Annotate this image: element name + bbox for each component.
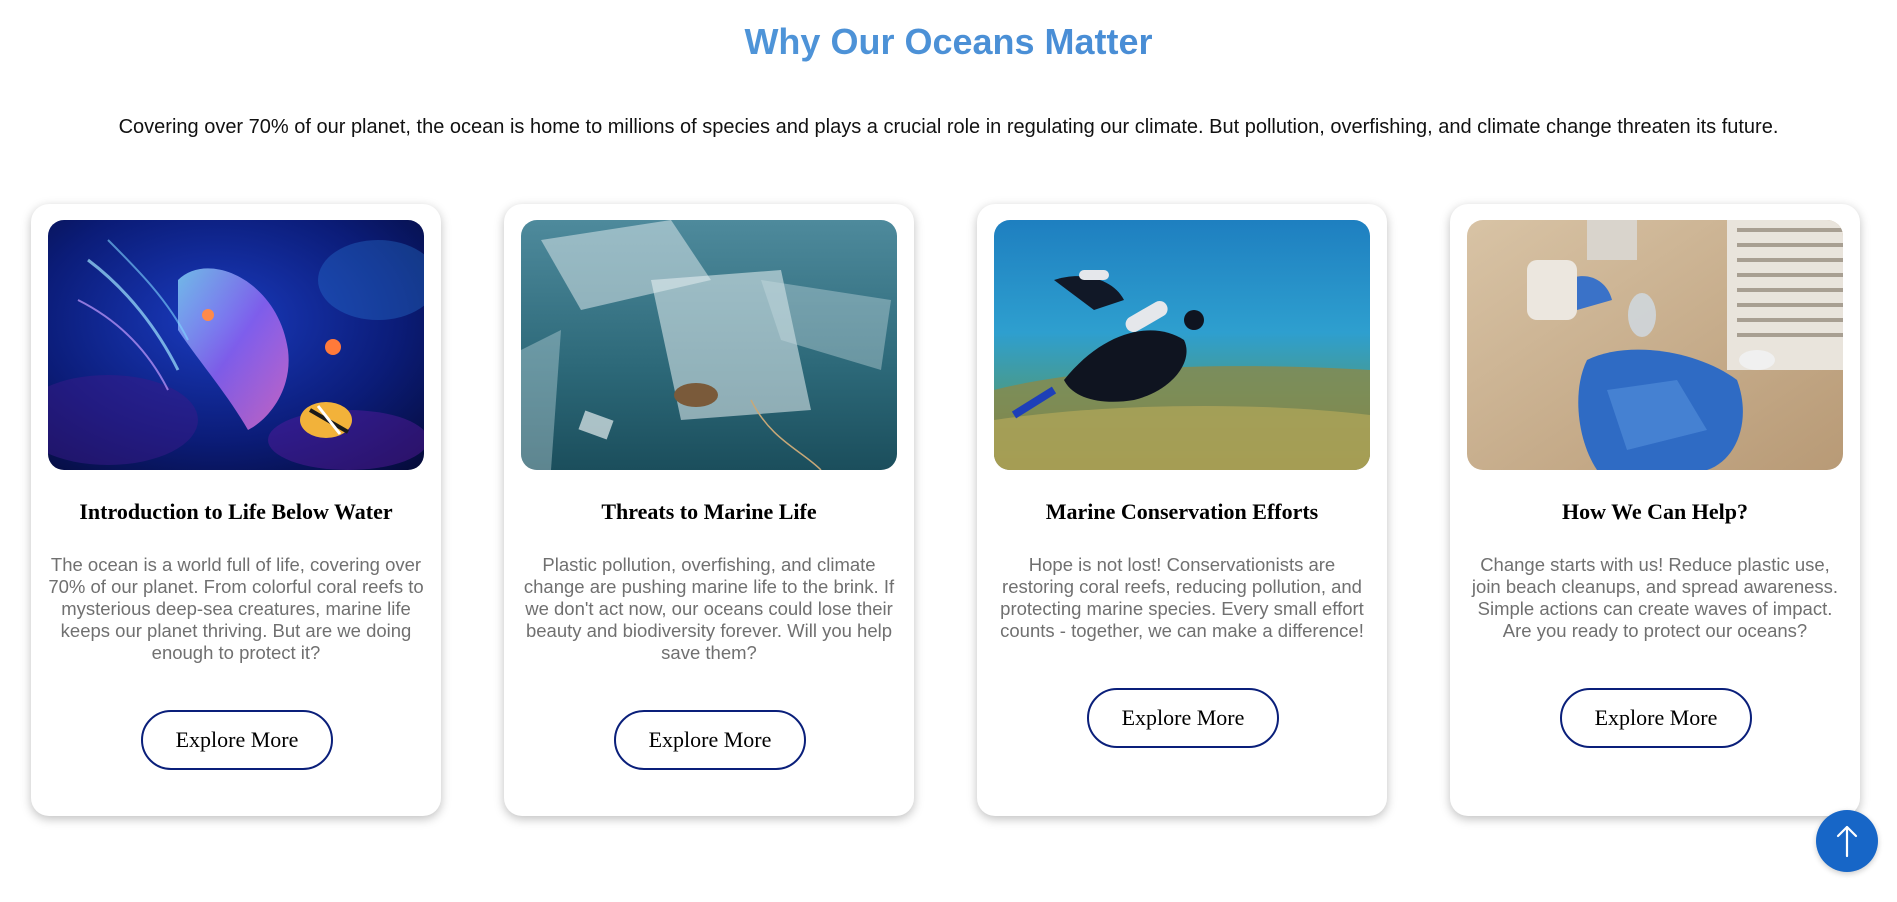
card-description: Hope is not lost! Conservationists are r… [1000,554,1364,641]
explore-more-button[interactable]: Explore More [1087,688,1279,748]
card-title: How We Can Help? [1561,499,1748,524]
intro-paragraph: Covering over 70% of our planet, the oce… [118,116,1779,138]
plastic-pollution-image [521,220,897,470]
card-description: Plastic pollution, overfishing, and clim… [523,554,895,663]
page-title: Why Our Oceans Matter [0,18,1897,66]
card-title: Marine Conservation Efforts [1045,499,1319,524]
card-title: Introduction to Life Below Water [79,499,393,524]
card-threats-marine-life: Threats to Marine Life Plastic pollution… [504,204,914,816]
explore-more-button[interactable]: Explore More [1560,688,1752,748]
card-description: The ocean is a world full of life, cover… [48,554,424,663]
explore-more-button[interactable]: Explore More [614,710,806,770]
card-title: Threats to Marine Life [601,499,817,524]
explore-more-button[interactable]: Explore More [141,710,333,770]
card-description: Change starts with us! Reduce plastic us… [1471,554,1839,641]
jellyfish-image [48,220,424,470]
card-conservation-efforts: Marine Conservation Efforts Hope is not … [977,204,1387,816]
scuba-divers-image [994,220,1370,470]
beach-cleanup-image [1467,220,1843,470]
scroll-to-top-button[interactable] [1816,810,1878,872]
card-how-we-can-help: How We Can Help? Change starts with us! … [1450,204,1860,816]
arrow-up-icon [1836,825,1858,858]
card-life-below-water: Introduction to Life Below Water The oce… [31,204,441,816]
